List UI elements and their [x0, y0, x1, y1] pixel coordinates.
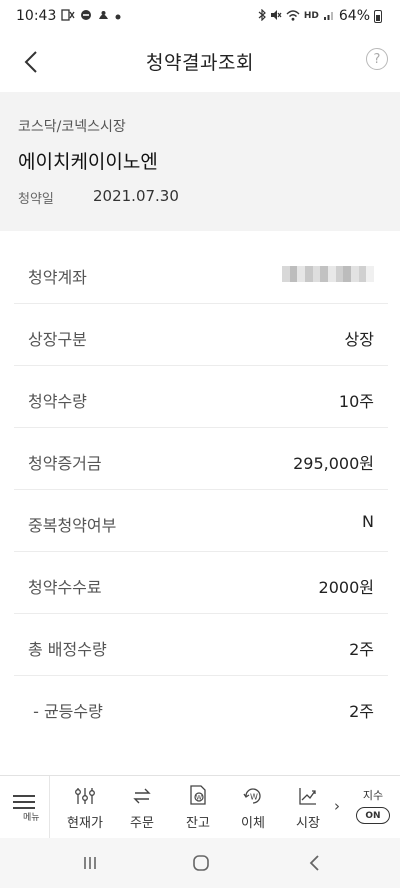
index-toggle-block: 지수 ON: [356, 787, 390, 824]
subscription-summary: 코스닥/코넥스시장 에이치케이이노엔 청약일 2021.07.30: [0, 92, 400, 231]
detail-row-equal-allocated: - 균등수량 2주: [14, 676, 388, 738]
mute-icon: [270, 9, 282, 24]
nav-label: 시장: [296, 816, 320, 831]
detail-value: 295,000원: [293, 454, 374, 473]
dot-icon: [115, 9, 121, 23]
no-sim-icon: [61, 8, 75, 24]
signal-icon: [323, 9, 335, 24]
detail-list: 청약계좌 상장구분 상장 청약수량 10주 청약증거금 295,000원 중복청…: [14, 242, 388, 738]
status-time: 10:43: [16, 8, 57, 24]
status-right: HD 64%: [258, 8, 382, 24]
home-icon[interactable]: [188, 850, 214, 876]
detail-label: 중복청약여부: [28, 516, 117, 535]
app-notification-icon: [97, 9, 110, 24]
nav-item-current-price[interactable]: 현재가: [58, 776, 112, 838]
detail-value: 2000원: [318, 578, 374, 597]
nav-item-balance[interactable]: W 잔고: [171, 776, 225, 838]
detail-label: 청약수수료: [28, 578, 102, 597]
detail-value: 2주: [349, 702, 374, 721]
page-title: 청약결과조회: [146, 52, 254, 74]
svg-text:W: W: [250, 793, 258, 802]
battery-percent: 64%: [338, 8, 370, 24]
detail-label: 청약계좌: [28, 268, 87, 287]
transfer-won-icon: W: [226, 776, 280, 806]
nav-label: 잔고: [186, 816, 210, 831]
battery-icon: [374, 9, 382, 23]
order-arrows-icon: [115, 776, 169, 806]
nav-item-market[interactable]: 시장: [281, 776, 335, 838]
detail-row-listing-type: 상장구분 상장: [14, 304, 388, 366]
system-nav-bar: [0, 838, 400, 888]
detail-label: 총 배정수량: [28, 640, 107, 659]
detail-row-account: 청약계좌: [14, 242, 388, 304]
nav-label: 주문: [130, 816, 154, 831]
detail-value: 10주: [338, 392, 374, 411]
price-sliders-icon: [58, 776, 112, 806]
dnd-icon: [80, 9, 92, 24]
detail-label: 상장구분: [28, 330, 87, 349]
status-bar: 10:43 HD 64%: [0, 0, 400, 34]
app-header: 청약결과조회 ?: [0, 34, 400, 90]
market-label: 코스닥/코넥스시장: [18, 119, 126, 135]
detail-row-duplicate: 중복청약여부 N: [14, 490, 388, 552]
help-icon[interactable]: ?: [366, 48, 388, 70]
subscription-date-value: 2021.07.30: [93, 187, 179, 205]
index-label: 지수: [362, 789, 384, 802]
menu-button[interactable]: 메뉴: [0, 776, 50, 838]
nav-item-order[interactable]: 주문: [115, 776, 169, 838]
market-chart-icon: [281, 776, 335, 806]
chevron-right-icon[interactable]: ›: [334, 797, 340, 815]
detail-row-quantity: 청약수량 10주: [14, 366, 388, 428]
stock-name: 에이치케이이노엔: [18, 151, 158, 173]
detail-label: 청약증거금: [28, 454, 102, 473]
subscription-date-label: 청약일: [18, 192, 54, 207]
detail-value: 2주: [349, 640, 374, 659]
detail-row-fee: 청약수수료 2000원: [14, 552, 388, 614]
balance-doc-icon: W: [171, 776, 225, 806]
hd-voice-icon: HD: [303, 11, 319, 21]
detail-row-deposit: 청약증거금 295,000원: [14, 428, 388, 490]
detail-label: - 균등수량: [28, 702, 103, 721]
recent-apps-icon[interactable]: [78, 850, 102, 876]
bluetooth-icon: [258, 8, 266, 24]
system-back-icon[interactable]: [302, 850, 326, 876]
detail-row-total-allocated: 총 배정수량 2주: [14, 614, 388, 676]
menu-label: 메뉴: [23, 813, 40, 823]
nav-label: 이체: [241, 816, 265, 831]
bottom-nav: 메뉴 현재가 주문 W 잔고 W 이체 시장 › 지수 ON: [0, 775, 400, 838]
nav-item-transfer[interactable]: W 이체: [226, 776, 280, 838]
detail-label: 청약수량: [28, 392, 87, 411]
masked-account-number: [282, 266, 375, 282]
index-toggle[interactable]: ON: [356, 807, 390, 824]
detail-value: N: [362, 512, 374, 531]
wifi-icon: [286, 9, 300, 24]
status-left: 10:43: [16, 8, 121, 24]
svg-text:W: W: [196, 795, 202, 802]
detail-value: 상장: [344, 330, 374, 349]
nav-label: 현재가: [67, 816, 103, 831]
